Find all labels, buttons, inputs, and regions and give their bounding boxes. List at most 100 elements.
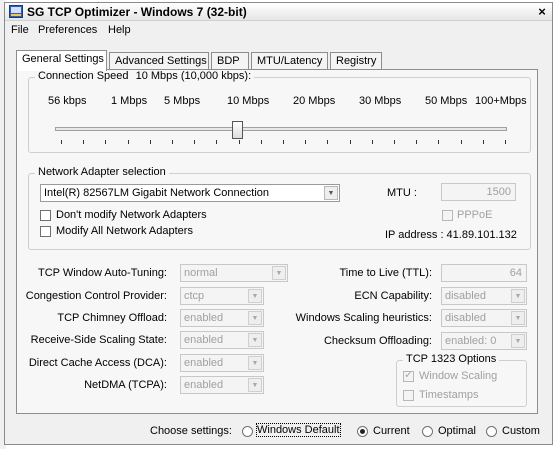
dca-label: Direct Cache Access (DCA): [28,357,167,369]
tab-advanced-settings[interactable]: Advanced Settings [109,52,209,70]
chevron-down-icon: ▼ [324,186,338,200]
app-icon [9,5,23,18]
dca-value: enabled [184,357,224,369]
slider-tick-mark [416,140,418,144]
radio-custom[interactable] [486,426,497,437]
optimal-label[interactable]: Optimal [438,425,476,437]
speed-tick-label: 20 Mbps [293,95,336,107]
radio-windows-default[interactable] [242,426,253,437]
tcp-chimney-value: enabled [184,312,224,324]
windows-default-label[interactable]: Windows Default [256,423,341,437]
checksum-offloading-select[interactable]: enabled: 0 ▼ [441,332,527,350]
chevron-down-icon: ▼ [248,333,262,347]
pppoe-checkbox[interactable] [442,210,453,221]
slider-tick-mark [83,140,85,144]
ttl-label: Time to Live (TTL): [339,267,433,279]
pppoe-label: PPPoE [457,209,493,221]
slider-tick-mark [371,140,373,144]
custom-label[interactable]: Custom [502,425,540,437]
speed-tick-label: 30 Mbps [359,95,402,107]
slider-tick-mark [505,140,506,144]
tcp-window-autotuning-select[interactable]: normal ▼ [180,264,288,282]
slider-tick-mark [238,140,240,144]
ip-address: IP address : 41.89.101.132 [385,229,517,241]
chevron-down-icon: ▼ [272,266,286,280]
modify-all-adapters-checkbox[interactable] [40,226,51,237]
ecn-label: ECN Capability: [354,290,432,302]
netdma-label: NetDMA (TCPA): [84,379,167,391]
slider-tick-mark [438,140,440,144]
congestion-control-value: ctcp [184,290,205,302]
timestamps-checkbox[interactable] [403,390,414,401]
tcp-chimney-label: TCP Chimney Offload: [57,312,167,324]
speed-tick-label: 5 Mbps [164,95,201,107]
mtu-label: MTU : [387,187,417,199]
checksum-offloading-value: enabled: 0 [445,335,497,347]
choose-settings-label: Choose settings: [150,425,232,437]
connection-speed-title: Connection Speed 10 Mbps (10,000 kbps): [35,70,255,82]
window-scaling-heuristics-select[interactable]: disabled ▼ [441,309,527,327]
chevron-down-icon: ▼ [511,311,525,325]
speed-slider-thumb[interactable] [232,121,243,139]
chevron-down-icon: ▼ [248,378,262,392]
rss-select[interactable]: enabled ▼ [180,331,264,349]
chevron-down-icon: ▼ [248,289,262,303]
menu-file[interactable]: File [11,24,29,36]
window-scaling-label: Window Scaling [419,370,498,382]
dca-select[interactable]: enabled ▼ [180,354,264,372]
speed-tick-label: 100+Mbps [475,95,527,107]
congestion-control-select[interactable]: ctcp ▼ [180,287,264,305]
adapter-select[interactable]: Intel(R) 82567LM Gigabit Network Connect… [40,184,340,202]
close-button[interactable]: × [534,4,550,19]
slider-tick-mark [283,140,284,144]
current-label[interactable]: Current [373,425,410,437]
rss-label: Receive-Side Scaling State: [30,334,167,346]
app-window: SG TCP Optimizer - Windows 7 (32-bit) × … [4,2,553,445]
tab-mtu-latency[interactable]: MTU/Latency [251,52,328,70]
slider-tick-mark [216,140,218,144]
slider-tick-mark [172,140,173,144]
dont-modify-adapters-checkbox[interactable] [40,210,51,221]
tcp-chimney-select[interactable]: enabled ▼ [180,309,264,327]
ecn-value: disabled [445,290,486,302]
speed-slider-track[interactable] [55,127,507,131]
tab-general-settings[interactable]: General Settings [16,50,107,71]
speed-tick-label: 10 Mbps [227,95,270,107]
speed-tick-label: 1 Mbps [111,95,148,107]
ttl-field[interactable]: 64 [441,264,527,282]
chevron-down-icon: ▼ [248,356,262,370]
connection-speed-label: Connection Speed [38,70,129,82]
window-scaling-checkbox[interactable]: ✓ [403,369,414,382]
netdma-value: enabled [184,379,224,391]
chevron-down-icon: ▼ [248,311,262,325]
slider-tick-mark [260,140,262,144]
checksum-offloading-label: Checksum Offloading: [323,335,432,347]
tcp-window-autotuning-value: normal [184,267,218,279]
radio-optimal[interactable] [422,426,433,437]
adapter-select-value: Intel(R) 82567LM Gigabit Network Connect… [44,187,270,199]
menu-preferences[interactable]: Preferences [38,24,97,36]
slider-tick-mark [305,140,307,144]
radio-current[interactable] [357,426,368,437]
rss-value: enabled [184,334,224,346]
netdma-select[interactable]: enabled ▼ [180,376,264,394]
menu-help[interactable]: Help [108,24,131,36]
slider-tick-mark [127,140,129,144]
slider-tick-mark [327,140,329,144]
ecn-select[interactable]: disabled ▼ [441,287,527,305]
chevron-down-icon: ▼ [511,334,525,348]
speed-tick-label: 50 Mbps [425,95,468,107]
tab-registry[interactable]: Registry [330,52,382,70]
slider-tick-mark [394,140,395,144]
tcp-window-autotuning-label: TCP Window Auto-Tuning: [37,267,167,279]
modify-all-adapters-label: Modify All Network Adapters [56,225,193,237]
network-adapter-title: Network Adapter selection [35,166,169,178]
mtu-field[interactable]: 1500 [441,183,516,201]
window-title: SG TCP Optimizer - Windows 7 (32-bit) [27,5,247,19]
tcp1323-title: TCP 1323 Options [403,353,500,365]
title-bar: SG TCP Optimizer - Windows 7 (32-bit) × [5,3,552,21]
tab-bdp[interactable]: BDP [211,52,249,70]
slider-tick-mark [105,140,107,144]
chevron-down-icon: ▼ [511,289,525,303]
slider-tick-mark [61,140,62,144]
